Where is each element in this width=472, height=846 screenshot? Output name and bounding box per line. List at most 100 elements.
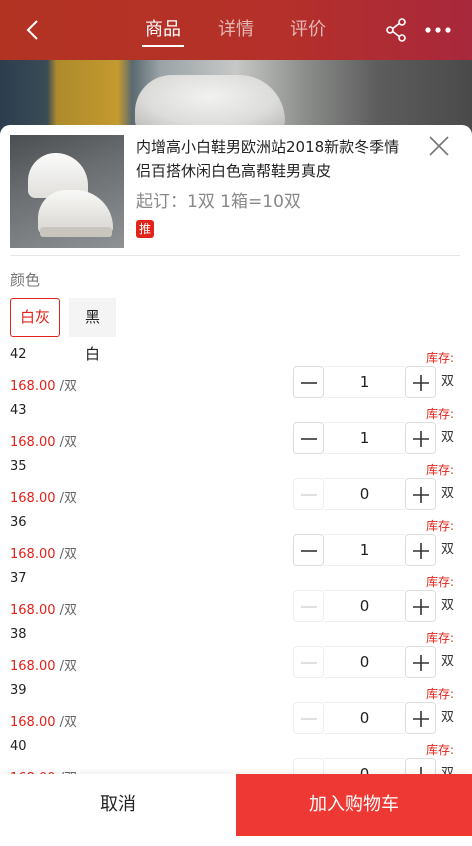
size-label: 36 [10, 515, 27, 530]
size-label: 42 [10, 347, 27, 362]
minus-icon [301, 606, 317, 608]
price: 168.00 /双 [10, 655, 77, 674]
stock-label: 库存: [425, 743, 454, 757]
thumb-shoe-sole [40, 227, 112, 237]
tab-reviews[interactable]: 评价 [290, 17, 326, 47]
minus-icon [301, 718, 317, 720]
decrease-button[interactable] [293, 366, 324, 398]
more-icon [425, 27, 451, 33]
color-option-black-white[interactable]: 黑白 [69, 298, 116, 363]
tab-reviews-label: 评价 [290, 19, 326, 40]
quantity-stepper [293, 422, 438, 454]
recommend-badge: 推 [136, 220, 154, 238]
stock-label: 库存: [425, 351, 454, 365]
decrease-button[interactable] [293, 478, 324, 510]
increase-button[interactable] [405, 422, 436, 454]
increase-button[interactable] [405, 702, 436, 734]
size-row: 35 库存: 168.00 /双 双 [0, 459, 472, 515]
increase-button[interactable] [405, 478, 436, 510]
price-value: 168.00 [10, 491, 56, 506]
size-row: 39 库存: 168.00 /双 双 [0, 683, 472, 739]
footer-bottom-space [0, 836, 472, 846]
price-unit: /双 [59, 379, 78, 394]
more-button[interactable] [424, 22, 452, 36]
close-button[interactable] [428, 135, 450, 157]
quantity-stepper [293, 534, 438, 566]
quantity-input[interactable] [324, 590, 405, 622]
increase-button[interactable] [405, 590, 436, 622]
plus-icon [413, 487, 429, 503]
decrease-button[interactable] [293, 646, 324, 678]
stock-label: 库存: [425, 407, 454, 421]
stock-label: 库存: [425, 519, 454, 533]
size-label: 38 [10, 627, 27, 642]
stock-label: 库存: [425, 631, 454, 645]
size-label: 39 [10, 683, 27, 698]
tab-goods-label: 商品 [145, 19, 181, 40]
count-unit: 双 [441, 430, 455, 445]
quantity-stepper [293, 590, 438, 622]
active-tab-underline [142, 45, 184, 47]
add-to-cart-button[interactable]: 加入购物车 [236, 774, 472, 836]
size-row: 38 库存: 168.00 /双 双 [0, 627, 472, 683]
increase-button[interactable] [405, 534, 436, 566]
minus-icon [301, 662, 317, 664]
close-icon [429, 136, 449, 156]
price-unit: /双 [59, 715, 78, 730]
quantity-input[interactable] [324, 646, 405, 678]
price-unit: /双 [59, 547, 78, 562]
plus-icon [413, 375, 429, 391]
plus-icon [413, 543, 429, 559]
size-label: 37 [10, 571, 27, 586]
tab-goods[interactable]: 商品 [142, 17, 184, 47]
product-thumbnail [10, 135, 124, 248]
plus-icon [413, 711, 429, 727]
quantity-input[interactable] [324, 534, 405, 566]
stock-label: 库存: [425, 687, 454, 701]
price: 168.00 /双 [10, 375, 77, 394]
stock-label: 库存: [425, 463, 454, 477]
increase-button[interactable] [405, 366, 436, 398]
price: 168.00 /双 [10, 599, 77, 618]
size-label: 35 [10, 459, 27, 474]
count-unit: 双 [441, 598, 455, 613]
plus-icon [413, 599, 429, 615]
cancel-button[interactable]: 取消 [0, 774, 236, 836]
share-icon [386, 18, 406, 42]
price-value: 168.00 [10, 547, 56, 562]
color-option-white-grey[interactable]: 白灰 [10, 298, 60, 337]
stock-label: 库存: [425, 575, 454, 589]
count-unit: 双 [441, 654, 455, 669]
size-label: 40 [10, 739, 27, 754]
quantity-stepper [293, 478, 438, 510]
top-nav-bar: 商品 详情 评价 [0, 0, 472, 60]
price-value: 168.00 [10, 659, 56, 674]
price-unit: /双 [59, 491, 78, 506]
size-row: 36 库存: 168.00 /双 双 [0, 515, 472, 571]
quantity-stepper [293, 646, 438, 678]
minus-icon [301, 438, 317, 440]
decrease-button[interactable] [293, 534, 324, 566]
price: 168.00 /双 [10, 487, 77, 506]
minus-icon [301, 382, 317, 384]
share-button[interactable] [385, 18, 407, 42]
divider [10, 255, 460, 256]
size-row: 37 库存: 168.00 /双 双 [0, 571, 472, 627]
count-unit: 双 [441, 542, 455, 557]
quantity-input[interactable] [324, 366, 405, 398]
tab-details-label: 详情 [218, 19, 254, 40]
tab-details[interactable]: 详情 [218, 17, 254, 47]
quantity-input[interactable] [324, 422, 405, 454]
min-order-text: 起订：1双 1箱=10双 [136, 192, 301, 212]
decrease-button[interactable] [293, 590, 324, 622]
quantity-input[interactable] [324, 702, 405, 734]
price: 168.00 /双 [10, 543, 77, 562]
quantity-stepper [293, 702, 438, 734]
decrease-button[interactable] [293, 702, 324, 734]
color-label: 颜色 [10, 271, 41, 289]
action-footer: 取消 加入购物车 [0, 774, 472, 836]
size-row: 43 库存: 168.00 /双 双 [0, 403, 472, 459]
increase-button[interactable] [405, 646, 436, 678]
decrease-button[interactable] [293, 422, 324, 454]
quantity-input[interactable] [324, 478, 405, 510]
